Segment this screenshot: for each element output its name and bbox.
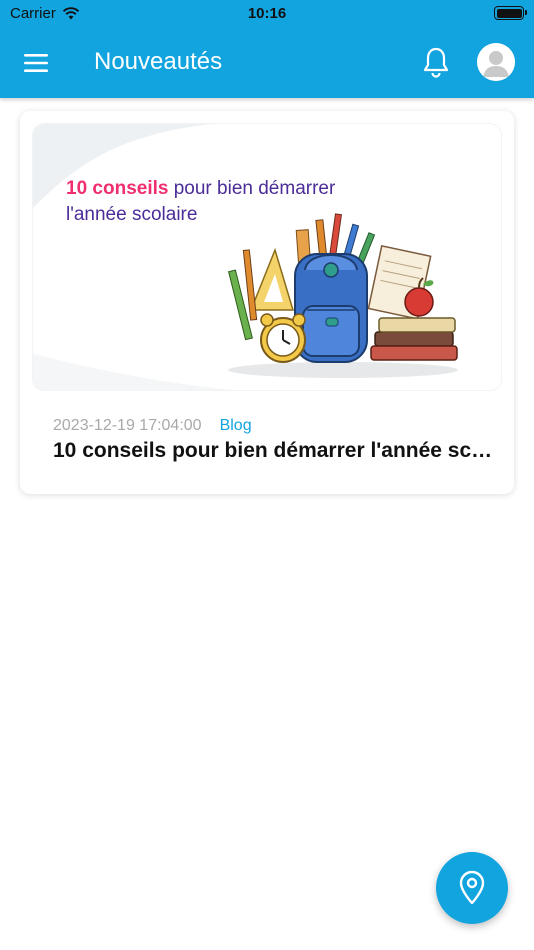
user-avatar-icon: [477, 43, 515, 81]
thumbnail-headline-highlight: 10 conseils: [66, 178, 169, 199]
location-fab-button[interactable]: [436, 852, 508, 924]
status-time: 10:16: [247, 5, 287, 22]
location-pin-icon: [459, 870, 485, 905]
app-header: Carrier 10:16 Nouveautés: [0, 0, 534, 98]
thumbnail-headline-line2: l'année scolaire: [66, 204, 198, 225]
battery-icon: [494, 6, 527, 20]
page-title: Nouveautés: [94, 48, 223, 75]
post-category[interactable]: Blog: [220, 417, 252, 435]
profile-avatar[interactable]: [477, 43, 515, 81]
menu-button[interactable]: [22, 50, 50, 76]
post-thumbnail: 10 conseils pour bien démarrer l'année s…: [32, 123, 502, 391]
hamburger-menu-icon: [24, 54, 48, 72]
status-bar: Carrier 10:16: [0, 0, 534, 28]
thumbnail-headline: 10 conseils pour bien démarrer: [66, 178, 335, 200]
bell-icon: [423, 47, 449, 78]
post-meta: 2023-12-19 17:04:00 Blog: [53, 417, 252, 435]
school-supplies-illustration: [228, 213, 458, 378]
post-title[interactable]: 10 conseils pour bien démarrer l'année s…: [53, 439, 493, 463]
thumbnail-headline-rest: pour bien démarrer: [173, 178, 336, 199]
notifications-button[interactable]: [420, 45, 452, 79]
post-date: 2023-12-19 17:04:00: [53, 417, 202, 434]
post-card[interactable]: 10 conseils pour bien démarrer l'année s…: [20, 111, 514, 494]
